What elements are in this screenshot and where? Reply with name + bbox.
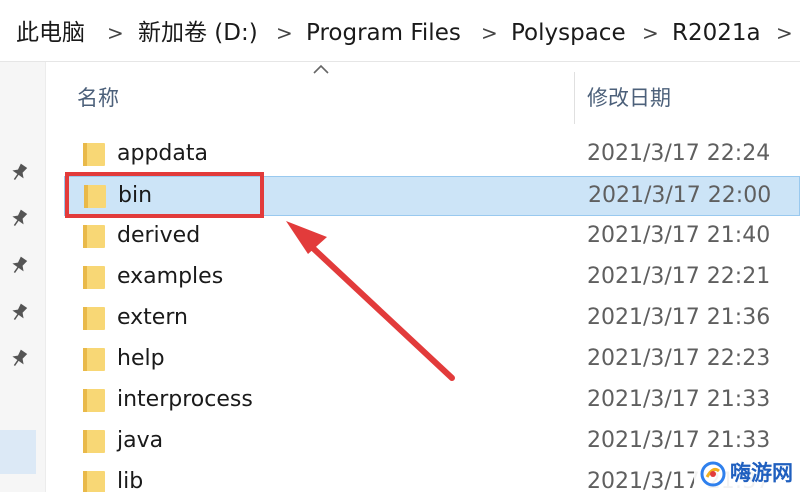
file-name: examples (117, 264, 224, 289)
watermark: 嗨游网 (694, 455, 800, 492)
folder-icon (83, 430, 105, 453)
file-row[interactable]: java 2021/3/17 21:33 (64, 422, 800, 462)
breadcrumb-polyspace[interactable]: Polyspace (511, 18, 626, 48)
column-divider[interactable] (574, 72, 575, 124)
file-name: interprocess (117, 387, 253, 412)
file-modified-date: 2021/3/17 21:33 (587, 428, 771, 453)
file-name: help (117, 346, 165, 371)
folder-icon (83, 143, 105, 166)
file-modified-date: 2021/3/17 21:36 (587, 305, 771, 330)
folder-icon (83, 471, 105, 492)
pin-icon[interactable] (8, 208, 30, 230)
file-row[interactable]: examples 2021/3/17 22:21 (64, 258, 800, 298)
navigation-pane[interactable] (0, 62, 46, 492)
file-modified-date: 2021/3/17 22:00 (588, 183, 772, 208)
pin-icon[interactable] (8, 348, 30, 370)
column-header-modified[interactable]: 修改日期 (587, 84, 671, 112)
file-name: derived (117, 223, 201, 248)
pin-icon[interactable] (8, 302, 30, 324)
file-row[interactable]: interprocess 2021/3/17 21:33 (64, 381, 800, 421)
breadcrumb-r2021a[interactable]: R2021a (672, 18, 761, 48)
chevron-right-icon[interactable]: > (776, 20, 793, 46)
folder-icon (83, 307, 105, 330)
chevron-right-icon[interactable]: > (107, 20, 124, 46)
file-row[interactable]: derived 2021/3/17 21:40 (64, 217, 800, 257)
watermark-text: 嗨游网 (730, 461, 793, 485)
breadcrumb-this-pc[interactable]: 此电脑 (16, 18, 85, 48)
chevron-right-icon[interactable]: > (481, 20, 498, 46)
file-row[interactable]: extern 2021/3/17 21:36 (64, 299, 800, 339)
address-bar[interactable]: 此电脑 > 新加卷 (D:) > Program Files > Polyspa… (0, 0, 800, 62)
watermark-logo-icon (700, 461, 726, 487)
file-modified-date: 2021/3/17 22:24 (587, 141, 771, 166)
sort-up-icon (313, 64, 329, 74)
breadcrumb-drive-d[interactable]: 新加卷 (D:) (138, 18, 258, 48)
file-modified-date: 2021/3/17 21:33 (587, 387, 771, 412)
file-modified-date: 2021/3/17 21:40 (587, 223, 771, 248)
breadcrumb-program-files[interactable]: Program Files (306, 18, 461, 48)
file-name: extern (117, 305, 188, 330)
file-name: java (117, 428, 164, 453)
file-name: appdata (117, 141, 208, 166)
annotation-highlight-box (65, 172, 264, 218)
folder-icon (83, 348, 105, 371)
file-name: lib (117, 469, 144, 492)
file-modified-date: 2021/3/17 22:23 (587, 346, 771, 371)
column-header-name[interactable]: 名称 (77, 84, 119, 112)
chevron-right-icon[interactable]: > (276, 20, 293, 46)
folder-icon (83, 225, 105, 248)
file-row[interactable]: appdata 2021/3/17 22:24 (64, 135, 800, 175)
nav-selected-item[interactable] (0, 430, 36, 474)
file-modified-date: 2021/3/17 22:21 (587, 264, 771, 289)
pin-icon[interactable] (8, 162, 30, 184)
file-row[interactable]: lib 2021/3/17 21:37 (64, 463, 800, 492)
file-row[interactable]: help 2021/3/17 22:23 (64, 340, 800, 380)
chevron-right-icon[interactable]: > (642, 20, 659, 46)
folder-icon (83, 266, 105, 289)
folder-icon (83, 389, 105, 412)
pin-icon[interactable] (8, 255, 30, 277)
